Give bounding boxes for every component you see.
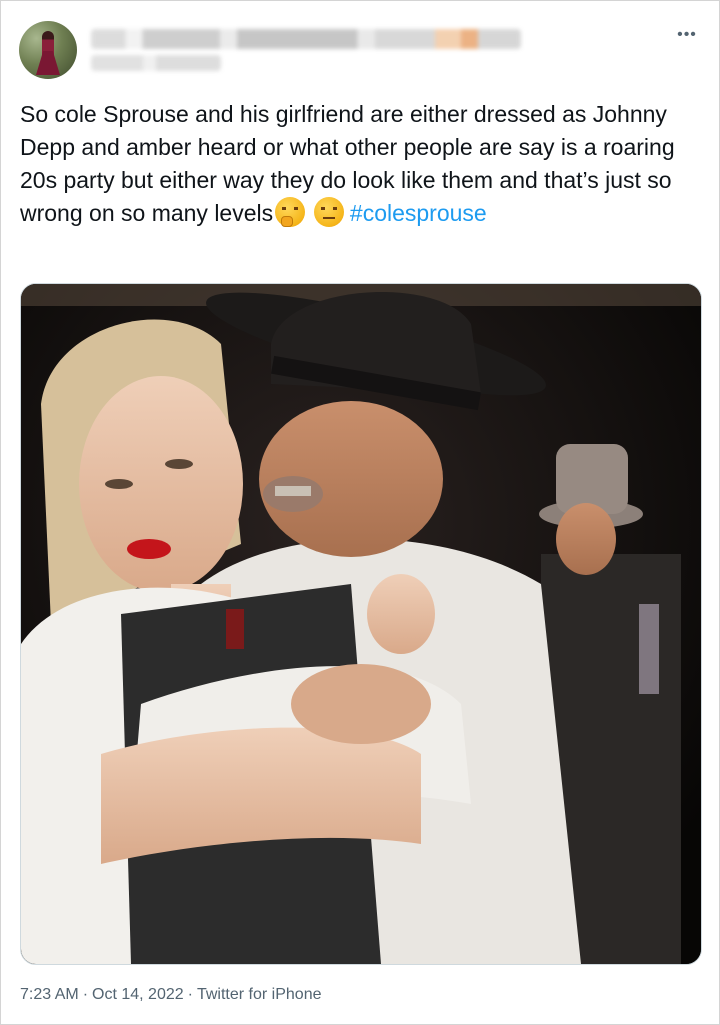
footer-separator: ·	[187, 986, 193, 1003]
more-options-icon[interactable]: •••	[673, 23, 701, 47]
blurred-display-name[interactable]	[91, 29, 521, 49]
woman-tie	[226, 609, 244, 649]
thinking-face-icon	[275, 197, 306, 227]
tweet-body-text: So cole Sprouse and his girlfriend are e…	[20, 101, 675, 226]
tweet-text: So cole Sprouse and his girlfriend are e…	[20, 98, 710, 230]
hashtag-link[interactable]: #colesprouse	[350, 200, 487, 226]
woman-face	[79, 376, 243, 592]
woman-lips	[127, 539, 171, 559]
clasped-hands	[291, 664, 431, 744]
unamused-face-icon	[313, 197, 344, 227]
tweet-time[interactable]: 7:23 AM	[20, 986, 79, 1003]
tweet-card: ••• So cole Sprouse and his girlfriend a…	[0, 0, 720, 1025]
tweet-source[interactable]: Twitter for iPhone	[197, 986, 322, 1003]
avatar[interactable]	[19, 21, 77, 79]
blurred-username[interactable]	[91, 55, 221, 71]
tweet-photo[interactable]	[20, 283, 702, 965]
cocktail-glass	[639, 604, 659, 694]
woman-eye-left	[105, 479, 133, 489]
tweet-footer: 7:23 AM · Oct 14, 2022 · Twitter for iPhone	[20, 983, 321, 1007]
avatar-dress	[36, 51, 60, 75]
footer-separator: ·	[82, 986, 89, 1003]
tweet-date[interactable]: Oct 14, 2022	[92, 986, 184, 1003]
background-man-hat	[556, 444, 628, 514]
man-teeth	[275, 486, 311, 496]
background-man-face	[556, 503, 616, 575]
tweet-header: •••	[19, 21, 701, 79]
woman-eye-right	[165, 459, 193, 469]
photo-illustration	[21, 284, 701, 964]
woman-hand	[367, 574, 435, 654]
